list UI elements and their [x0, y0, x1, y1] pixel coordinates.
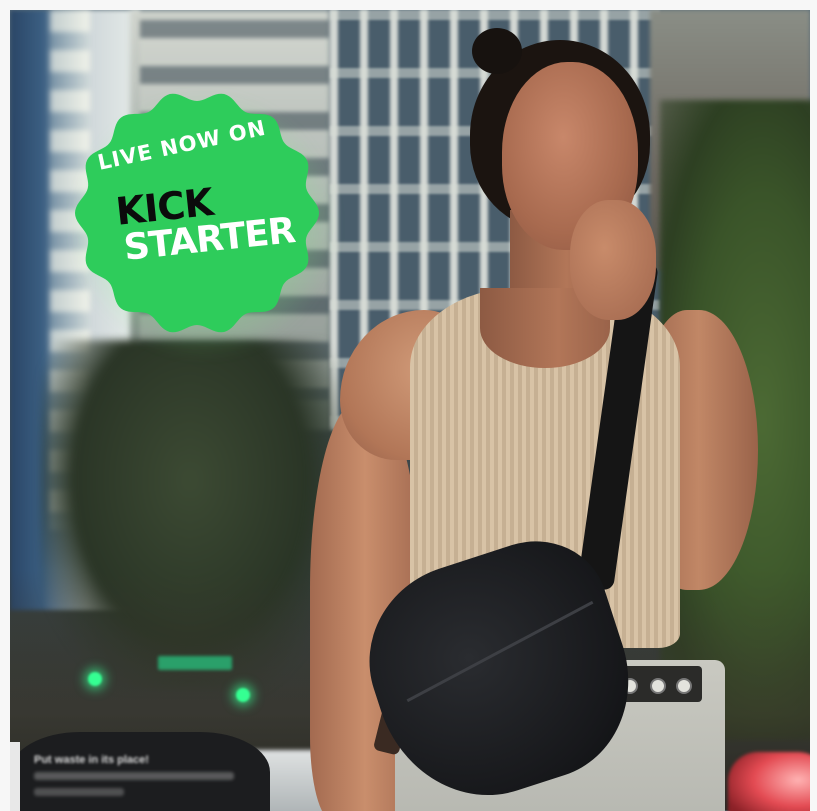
waste-sign-text: Put waste in its place! [34, 754, 149, 766]
waste-sign-subtext [34, 788, 124, 796]
product-photo: Put waste in its place! LIVE NOW ON KICK… [10, 10, 810, 811]
belt-grommet [650, 678, 666, 694]
badge-live-now-label: LIVE NOW ON [95, 115, 269, 175]
model-hand [570, 200, 656, 320]
belt-grommet [676, 678, 692, 694]
sign-edge [10, 742, 20, 811]
badge-text: LIVE NOW ON KICK STARTER [72, 88, 322, 338]
model-hair-bun [472, 28, 522, 74]
kickstarter-badge[interactable]: LIVE NOW ON KICK STARTER [72, 88, 322, 338]
waste-sign-subtext [34, 772, 234, 780]
